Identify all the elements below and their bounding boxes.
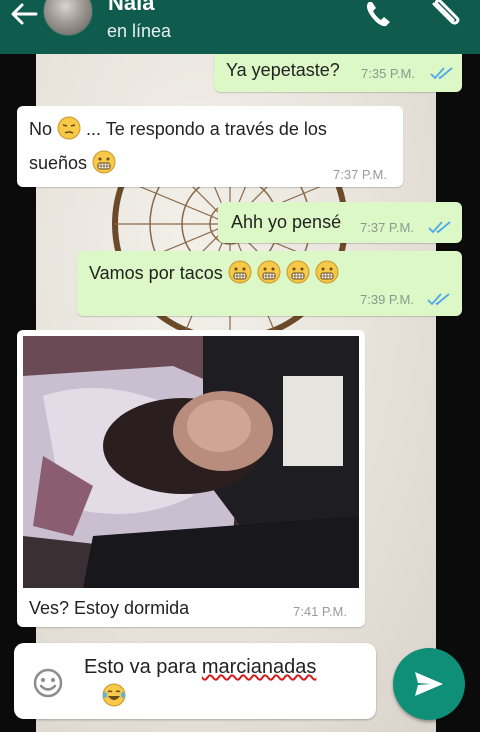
photo-person-sleeping[interactable] [23,336,359,588]
read-receipt-icon [427,293,450,306]
avatar[interactable] [43,0,93,36]
send-button[interactable] [393,648,465,720]
contact-name[interactable]: Naia [108,0,154,16]
message-time: 7:39 P.M. [360,292,414,307]
message-input[interactable]: Esto va para marcianadas [14,643,376,719]
chat-header: Naia en línea [0,0,480,54]
grimacing-face-icon [228,260,252,284]
message-text: Vamos por tacos [89,263,223,283]
image-caption: Ves? Estoy dormida [29,598,190,618]
read-receipt-icon [430,67,453,80]
message-text: sueños [29,153,88,173]
message-text: Ahh yo pensé [231,212,342,232]
grimacing-face-icon [92,150,116,174]
misspelled-word[interactable]: marcianadas [202,656,317,678]
message-text: No [29,119,53,139]
arrow-left-icon[interactable] [10,2,38,26]
message-bubble-outgoing[interactable]: Vamos por tacos 7:39 P.M. [77,251,462,316]
contact-status: en línea [107,21,172,41]
pensive-face-icon [57,116,81,140]
message-time: 7:37 P.M. [333,167,387,182]
send-arrow-icon [415,672,443,696]
message-time: 7:41 P.M. [293,604,347,619]
chat-area[interactable]: Ya yepetaste? 7:35 P.M. No ... Te respon… [0,54,480,732]
message-bubble-incoming[interactable]: Ves? Estoy dormida 7:41 P.M. [17,330,365,627]
message-bubble-outgoing[interactable]: Ya yepetaste? 7:35 P.M. [214,54,462,92]
grimacing-face-icon [315,260,339,284]
phone-icon[interactable] [363,0,395,30]
tears-of-joy-icon [102,683,126,707]
message-time: 7:35 P.M. [361,66,415,81]
grimacing-face-icon [257,260,281,284]
grimacing-face-icon [286,260,310,284]
smiley-face-icon[interactable] [32,667,64,699]
read-receipt-icon [428,221,451,234]
message-bubble-incoming[interactable]: No ... Te respondo a través de los sueño… [17,106,403,187]
message-text: Ya yepetaste? [226,60,340,80]
message-time: 7:37 P.M. [360,220,414,235]
emoji-group [228,260,339,284]
paperclip-icon[interactable] [428,0,464,30]
composer-text[interactable]: Esto va para marcianadas [84,653,369,711]
composer-text-plain: Esto va para [84,656,197,678]
message-bubble-outgoing[interactable]: Ahh yo pensé 7:37 P.M. [218,202,462,243]
message-text: ... Te respondo a través de los [86,119,327,139]
